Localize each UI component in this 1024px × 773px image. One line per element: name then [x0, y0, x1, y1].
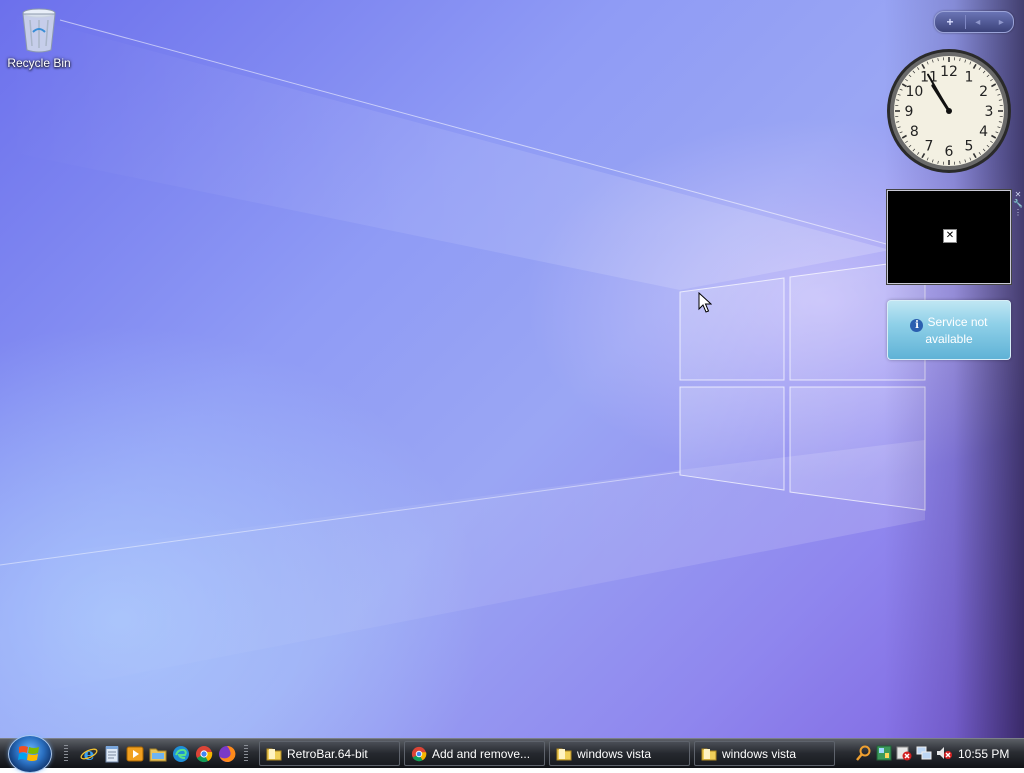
- windows-flag-icon: [18, 744, 40, 764]
- mouse-cursor-icon: [698, 292, 712, 314]
- recycle-bin[interactable]: Recycle Bin: [6, 6, 72, 70]
- clock-number: 7: [925, 139, 934, 155]
- taskbar-button-label: Add and remove...: [432, 747, 530, 761]
- taskbar-button-retrobar[interactable]: RetroBar.64-bit: [259, 741, 400, 766]
- taskbar-button-windows-vista-1[interactable]: windows vista: [549, 741, 690, 766]
- taskbar-button-label: windows vista: [577, 747, 651, 761]
- clock-gadget[interactable]: 121234567891011: [885, 48, 1013, 176]
- folder-icon: [701, 746, 717, 762]
- svg-text:e: e: [84, 745, 95, 763]
- taskbar-grip[interactable]: [244, 745, 248, 763]
- folder-icon: [266, 746, 282, 762]
- security-alert-icon[interactable]: [896, 745, 912, 761]
- search-icon[interactable]: [856, 745, 872, 761]
- chrome-icon: [411, 746, 427, 762]
- clock-number: 12: [940, 64, 958, 80]
- quick-launch-grip[interactable]: [64, 745, 68, 763]
- gadget-controls: + ◂ ▸: [934, 11, 1014, 33]
- wallpaper-light-rays: [0, 0, 1024, 738]
- taskbar-button-add-remove[interactable]: Add and remove...: [404, 741, 545, 766]
- clock-number: 6: [945, 144, 954, 160]
- desktop[interactable]: Recycle Bin + ◂ ▸ 121234567891011 ✕ ✕ 🔧 …: [0, 0, 1024, 738]
- folder-icon: [556, 746, 572, 762]
- clock-number: 9: [905, 104, 914, 120]
- drag-handle-icon[interactable]: ⋮: [1013, 208, 1023, 217]
- clock-number: 10: [905, 84, 923, 100]
- taskbar-clock[interactable]: 10:55 PM: [958, 747, 1009, 761]
- network-icon[interactable]: [916, 745, 932, 761]
- taskbar-button-windows-vista-2[interactable]: windows vista: [694, 741, 835, 766]
- volume-muted-icon[interactable]: [936, 745, 952, 761]
- analog-clock: 121234567891011: [885, 48, 1013, 176]
- recycle-bin-icon: [19, 6, 59, 54]
- next-gadgets-button[interactable]: ▸: [999, 17, 1004, 28]
- start-button[interactable]: [8, 735, 52, 773]
- previous-gadgets-button[interactable]: ◂: [975, 17, 980, 28]
- info-icon: i: [910, 319, 923, 332]
- network-monitor-icon[interactable]: [876, 745, 892, 761]
- close-gadget-icon[interactable]: ✕: [1013, 190, 1023, 199]
- clock-number: 4: [979, 124, 988, 140]
- clock-number: 3: [985, 104, 994, 120]
- firefox-icon[interactable]: [218, 745, 236, 763]
- clock-number: 5: [965, 139, 974, 155]
- clock-number: 1: [965, 69, 974, 85]
- clock-number: 2: [979, 84, 988, 100]
- file-explorer-icon[interactable]: [149, 745, 167, 763]
- slideshow-gadget[interactable]: ✕: [887, 190, 1011, 284]
- notepad-icon[interactable]: [103, 745, 121, 763]
- media-player-icon[interactable]: [126, 745, 144, 763]
- gadget-side-tools: ✕ 🔧 ⋮: [1013, 190, 1023, 217]
- gadget-nav: ◂ ▸: [966, 17, 1013, 28]
- recycle-bin-label: Recycle Bin: [6, 56, 72, 70]
- chrome-icon[interactable]: [195, 745, 213, 763]
- taskbar: e RetroBar.64-bit: [0, 738, 1024, 768]
- broken-image-icon: ✕: [943, 229, 957, 243]
- weather-gadget[interactable]: iService not available: [887, 300, 1011, 360]
- taskbar-button-label: RetroBar.64-bit: [287, 747, 368, 761]
- gadget-options-icon[interactable]: 🔧: [1013, 199, 1023, 208]
- edge-icon[interactable]: [172, 745, 190, 763]
- clock-number: 8: [910, 124, 919, 140]
- add-gadget-button[interactable]: +: [935, 15, 966, 29]
- taskbar-button-label: windows vista: [722, 747, 796, 761]
- internet-explorer-icon[interactable]: e: [80, 745, 98, 763]
- service-message: Service not available: [925, 315, 987, 346]
